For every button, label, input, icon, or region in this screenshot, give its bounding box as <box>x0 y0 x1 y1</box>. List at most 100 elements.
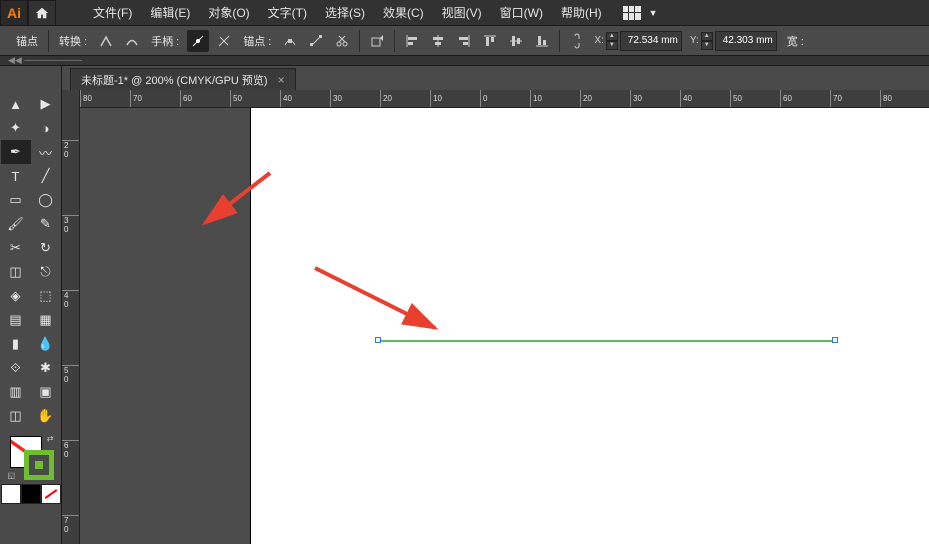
h-ruler-tick: 40 <box>280 90 292 107</box>
artboard <box>250 108 929 544</box>
workspace-grid-icon[interactable] <box>623 6 641 20</box>
collapse-strip[interactable]: ◀◀ ───────── <box>0 56 929 66</box>
v-ruler-tick: 40 <box>62 290 79 309</box>
menu-bar: Ai 文件(F) 编辑(E) 对象(O) 文字(T) 选择(S) 效果(C) 视… <box>0 0 929 26</box>
symbol-sprayer-tool[interactable]: ✱ <box>31 356 61 380</box>
menu-file[interactable]: 文件(F) <box>84 0 141 26</box>
draw-behind-icon[interactable] <box>21 484 41 504</box>
x-stepper[interactable]: ▲▼ <box>606 32 618 50</box>
mesh-tool[interactable]: ▦ <box>31 308 61 332</box>
horizontal-ruler: 80706050403020100102030405060708090 <box>80 90 929 108</box>
menu-effect[interactable]: 效果(C) <box>374 0 433 26</box>
isolate-icon[interactable] <box>366 30 388 52</box>
align-right-icon[interactable] <box>453 30 475 52</box>
anchor-handle-left[interactable] <box>375 337 381 343</box>
menu-type[interactable]: 文字(T) <box>259 0 316 26</box>
h-ruler-tick: 20 <box>580 90 592 107</box>
align-hcenter-icon[interactable] <box>427 30 449 52</box>
h-ruler-tick: 60 <box>180 90 192 107</box>
document-tab-title: 未标题-1* @ 200% (CMYK/GPU 预览) <box>81 72 268 88</box>
selection-tool[interactable]: ▲ <box>1 92 31 116</box>
scale-tool[interactable]: ◫ <box>1 260 31 284</box>
remove-anchor-icon[interactable] <box>279 30 301 52</box>
link-xy-icon[interactable] <box>566 30 588 52</box>
x-field: X: ▲▼ <box>592 31 683 51</box>
menu-edit[interactable]: 编辑(E) <box>141 0 199 26</box>
draw-inside-icon[interactable] <box>41 484 61 504</box>
h-ruler-tick: 70 <box>130 90 142 107</box>
canvas-area[interactable] <box>80 108 929 544</box>
close-tab-icon[interactable]: × <box>278 73 285 87</box>
convert-smooth-icon[interactable] <box>121 30 143 52</box>
fill-stroke-swatch[interactable]: ⇄ ◱ <box>8 434 54 480</box>
ellipse-tool[interactable]: ◯ <box>31 188 61 212</box>
menu-extras: ▼ <box>623 6 658 20</box>
x-input[interactable] <box>620 31 682 51</box>
menu-window[interactable]: 窗口(W) <box>491 0 552 26</box>
v-ruler-tick: 30 <box>62 215 79 234</box>
default-fill-stroke-icon[interactable]: ◱ <box>8 471 16 480</box>
paintbrush-tool[interactable]: 🖌 <box>1 212 31 236</box>
document-tab-bar: 未标题-1* @ 200% (CMYK/GPU 预览) × <box>62 66 929 90</box>
free-transform-tool[interactable]: ◈ <box>1 284 31 308</box>
hand-tool[interactable]: ✋ <box>31 404 61 428</box>
h-ruler-tick: 70 <box>830 90 842 107</box>
stroke-swatch[interactable] <box>24 450 54 480</box>
column-graph-tool[interactable]: ▥ <box>1 380 31 404</box>
align-left-icon[interactable] <box>401 30 423 52</box>
v-ruler-tick: 60 <box>62 440 79 459</box>
blend-tool[interactable]: ⟐ <box>1 356 31 380</box>
home-button[interactable] <box>28 0 56 26</box>
h-ruler-tick: 0 <box>480 90 487 107</box>
scissors-tool[interactable]: ✂ <box>1 236 31 260</box>
y-input[interactable] <box>715 31 777 51</box>
artboard-tool[interactable]: ▣ <box>31 380 61 404</box>
y-field: Y: ▲▼ <box>688 31 779 51</box>
perspective-tool[interactable]: ▤ <box>1 308 31 332</box>
anchor-handle-right[interactable] <box>832 337 838 343</box>
workspace-dropdown-icon[interactable]: ▼ <box>649 8 658 18</box>
convert-corner-icon[interactable] <box>95 30 117 52</box>
menu-select[interactable]: 选择(S) <box>316 0 374 26</box>
rectangle-tool[interactable]: ▭ <box>1 188 31 212</box>
direct-selection-tool[interactable]: ▶ <box>31 92 61 116</box>
cut-path-icon[interactable] <box>331 30 353 52</box>
pencil-tool[interactable]: ✎ <box>31 212 61 236</box>
document-tab[interactable]: 未标题-1* @ 200% (CMYK/GPU 预览) × <box>70 68 296 90</box>
menu-help[interactable]: 帮助(H) <box>552 0 611 26</box>
connect-anchor-icon[interactable] <box>305 30 327 52</box>
eyedropper-tool[interactable]: 💧 <box>31 332 61 356</box>
h-ruler-tick: 30 <box>330 90 342 107</box>
v-ruler-tick: 20 <box>62 140 79 159</box>
pen-tool[interactable]: ✒ <box>1 140 31 164</box>
magic-wand-tool[interactable]: ✦ <box>1 116 31 140</box>
lasso-tool[interactable]: ◑ <box>31 116 61 140</box>
slice-tool[interactable]: ◫ <box>1 404 31 428</box>
handles-label: 手柄 : <box>147 33 183 49</box>
shape-builder-tool[interactable]: ⬚ <box>31 284 61 308</box>
menu-view[interactable]: 视图(V) <box>433 0 491 26</box>
y-stepper[interactable]: ▲▼ <box>701 32 713 50</box>
h-ruler-tick: 80 <box>80 90 92 107</box>
width-label: 宽 : <box>783 33 808 49</box>
v-ruler-tick: 70 <box>62 515 79 534</box>
tool-panel: ▲▶✦◑✒〰T╱▭◯🖌✎✂↻◫⎋◈⬚▤▦▮💧⟐✱▥▣◫✋ ⇄ ◱ <box>0 66 62 544</box>
menu-object[interactable]: 对象(O) <box>199 0 258 26</box>
convert-label: 转换 : <box>55 33 91 49</box>
show-handles-icon[interactable] <box>187 30 209 52</box>
hide-handles-icon[interactable] <box>213 30 235 52</box>
path-object[interactable] <box>378 340 834 342</box>
line-tool[interactable]: ╱ <box>31 164 61 188</box>
h-ruler-tick: 60 <box>780 90 792 107</box>
align-bottom-icon[interactable] <box>531 30 553 52</box>
align-top-icon[interactable] <box>479 30 501 52</box>
width-tool[interactable]: ⎋ <box>31 260 61 284</box>
align-vcenter-icon[interactable] <box>505 30 527 52</box>
curvature-tool[interactable]: 〰 <box>31 140 61 164</box>
y-label: Y: <box>690 35 699 46</box>
draw-normal-icon[interactable] <box>1 484 21 504</box>
swap-fill-stroke-icon[interactable]: ⇄ <box>47 434 54 443</box>
gradient-tool[interactable]: ▮ <box>1 332 31 356</box>
type-tool[interactable]: T <box>1 164 31 188</box>
rotate-tool[interactable]: ↻ <box>31 236 61 260</box>
